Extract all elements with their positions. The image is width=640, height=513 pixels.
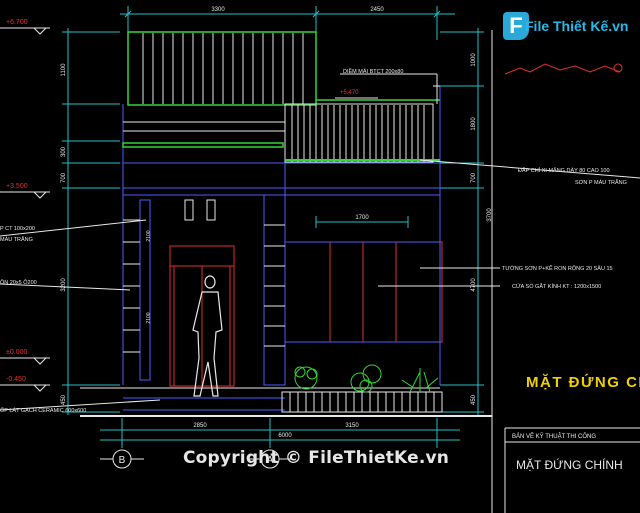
door-columns — [184, 199, 216, 221]
bottom-dim-1: 2850 — [193, 423, 207, 429]
roof-slats-left — [127, 31, 317, 106]
top-dim-2: 2450 — [370, 7, 384, 13]
logo-text: File Thiết Kế.vn — [525, 18, 629, 34]
right-dimension-lines — [440, 28, 484, 415]
inner-dim-door-a: 2100 — [146, 230, 152, 241]
annotation-wall: TƯỜNG SƠN P+KẼ RON RỘNG 20 SÂU 15 — [502, 265, 613, 272]
level-markers — [0, 27, 378, 392]
watermark-logo: F File Thiết Kế.vn — [503, 12, 631, 44]
annotation-left-top: P CT 100x200 — [0, 226, 35, 232]
window — [285, 241, 443, 343]
annotation-left-top-2: MÀU TRẮNG — [0, 235, 33, 243]
elevation-title: MẶT ĐỨNG CH — [526, 373, 640, 391]
annotation-awning-2: SƠN P MÀU TRẮNG — [575, 178, 627, 186]
right-dim-5: 4700 — [471, 278, 477, 292]
bottom-dim-total: 6000 — [278, 433, 292, 439]
annotation-window: CỬA SỔ GẮT KÍNH KT : 1200x1500 — [512, 282, 601, 290]
left-dim-5: 3200 — [61, 278, 67, 292]
axis-label-b: B — [119, 455, 126, 466]
bottom-dim-2: 3150 — [345, 423, 359, 429]
landscape-sketch — [504, 63, 623, 75]
top-dimension-lines — [120, 6, 455, 40]
left-dim-3: 700 — [61, 172, 67, 183]
main-door — [169, 245, 235, 387]
balcony-slats — [284, 85, 440, 163]
level-floor: ±0.000 — [6, 349, 27, 356]
annotation-left-bottom: ỐP LÁT GẠCH CERAMIC 600x600 — [0, 407, 86, 414]
left-dim-1: 1100 — [61, 63, 67, 77]
level-ground: -0.450 — [6, 376, 26, 383]
left-dim-6: 450 — [61, 394, 67, 405]
level-roof-mid: +5.470 — [340, 90, 359, 96]
inner-dim-window: 1700 — [355, 215, 369, 221]
right-dim-3: 700 — [471, 172, 477, 183]
annotation-railing: DIỀM MÁI BTCT 200x80 — [343, 68, 403, 75]
level-top: +6.700 — [6, 19, 28, 26]
person-figure — [192, 275, 223, 397]
right-dim-6: 450 — [471, 394, 477, 405]
ground-lines — [80, 387, 492, 417]
level-upper: +3.500 — [6, 183, 28, 190]
right-dim-2: 1800 — [471, 117, 477, 131]
annotation-awning: ĐẮP CHỈ XI MĂNG DÀY 80 CAO 100 — [518, 166, 610, 174]
cad-drawing-canvas: 3300 2450 1100 300 700 3200 450 1000 180… — [0, 0, 640, 513]
title-block-header: BẢN VẼ KỸ THUẬT THI CÔNG — [512, 433, 596, 440]
right-dim-4: 3700 — [487, 208, 493, 222]
elevation-drawing: 3300 2450 1100 300 700 3200 450 1000 180… — [0, 6, 640, 513]
upper-fins — [122, 121, 285, 148]
left-dimension-lines — [62, 28, 120, 415]
top-dim-1: 3300 — [211, 7, 225, 13]
inner-dim-door-b: 2100 — [146, 312, 152, 323]
title-block-title: MẶT ĐỨNG CHÍNH — [516, 457, 623, 472]
right-dim-1: 1000 — [471, 53, 477, 67]
left-dim-2: 300 — [61, 146, 67, 157]
copyright-watermark: Copyright © FileThietKe.vn — [183, 448, 450, 468]
annotation-left-mid: ÔN 20x5 Ô200 — [0, 279, 37, 286]
